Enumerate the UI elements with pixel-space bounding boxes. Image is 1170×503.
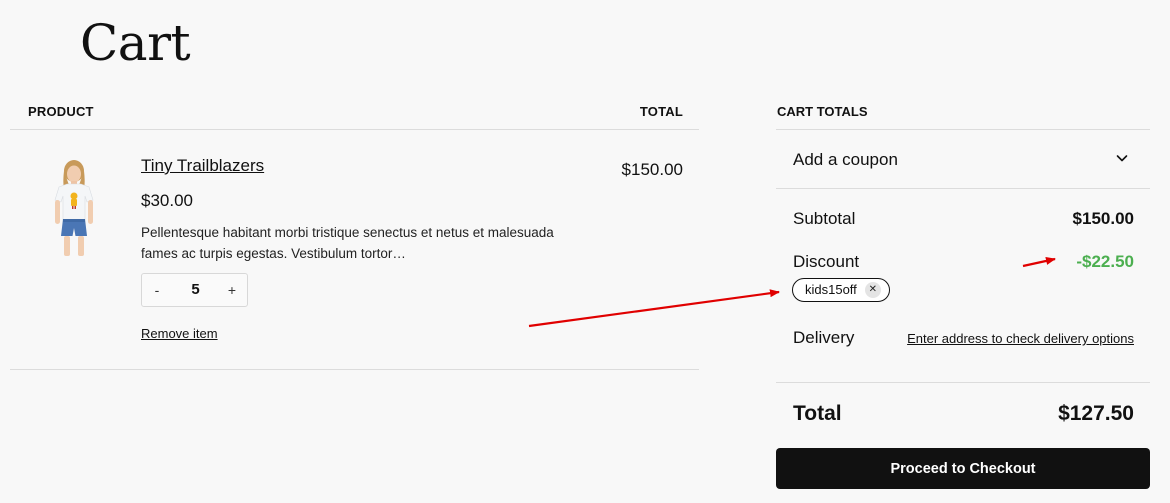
chevron-down-icon[interactable] xyxy=(1115,151,1129,165)
product-image[interactable] xyxy=(48,158,100,258)
quantity-decrease-button[interactable]: - xyxy=(142,274,172,306)
table-header-divider xyxy=(10,129,699,130)
total-divider xyxy=(776,382,1150,383)
coupon-divider xyxy=(776,188,1150,189)
product-column-header: PRODUCT xyxy=(28,104,94,119)
discount-label: Discount xyxy=(793,252,860,271)
table-row-divider xyxy=(10,369,699,370)
annotation-arrow-to-coupon xyxy=(528,289,780,328)
cart-totals-header: CART TOTALS xyxy=(777,104,868,119)
product-unit-price: $30.00 xyxy=(141,191,193,210)
coupon-code: kids15off xyxy=(805,282,857,297)
quantity-increase-button[interactable]: + xyxy=(217,274,247,306)
remove-item-link[interactable]: Remove item xyxy=(141,326,218,341)
delivery-options-link[interactable]: Enter address to check delivery options xyxy=(907,331,1134,346)
delivery-label: Delivery xyxy=(793,328,855,347)
total-column-header: TOTAL xyxy=(639,104,683,119)
totals-header-divider xyxy=(776,129,1150,130)
cart-page: Cart PRODUCT TOTAL Tiny Trailblazers $30… xyxy=(0,0,1170,503)
page-title: Cart xyxy=(80,14,191,72)
proceed-to-checkout-button[interactable]: Proceed to Checkout xyxy=(776,448,1150,489)
close-icon[interactable]: ✕ xyxy=(864,282,881,298)
total-label: Total xyxy=(793,402,842,425)
quantity-stepper: - 5 + xyxy=(141,273,248,307)
total-value: $127.50 xyxy=(1058,402,1134,425)
coupon-chip: kids15off ✕ xyxy=(792,278,890,302)
discount-value: -$22.50 xyxy=(1076,252,1134,271)
add-coupon-toggle[interactable]: Add a coupon xyxy=(793,150,898,170)
product-name-link[interactable]: Tiny Trailblazers xyxy=(141,156,264,176)
product-description: Pellentesque habitant morbi tristique se… xyxy=(141,225,554,261)
quantity-input[interactable]: 5 xyxy=(172,274,219,306)
line-total: $150.00 xyxy=(621,160,683,179)
annotation-arrow-to-discount xyxy=(1022,257,1056,268)
subtotal-label: Subtotal xyxy=(793,209,856,228)
subtotal-value: $150.00 xyxy=(1072,209,1134,228)
